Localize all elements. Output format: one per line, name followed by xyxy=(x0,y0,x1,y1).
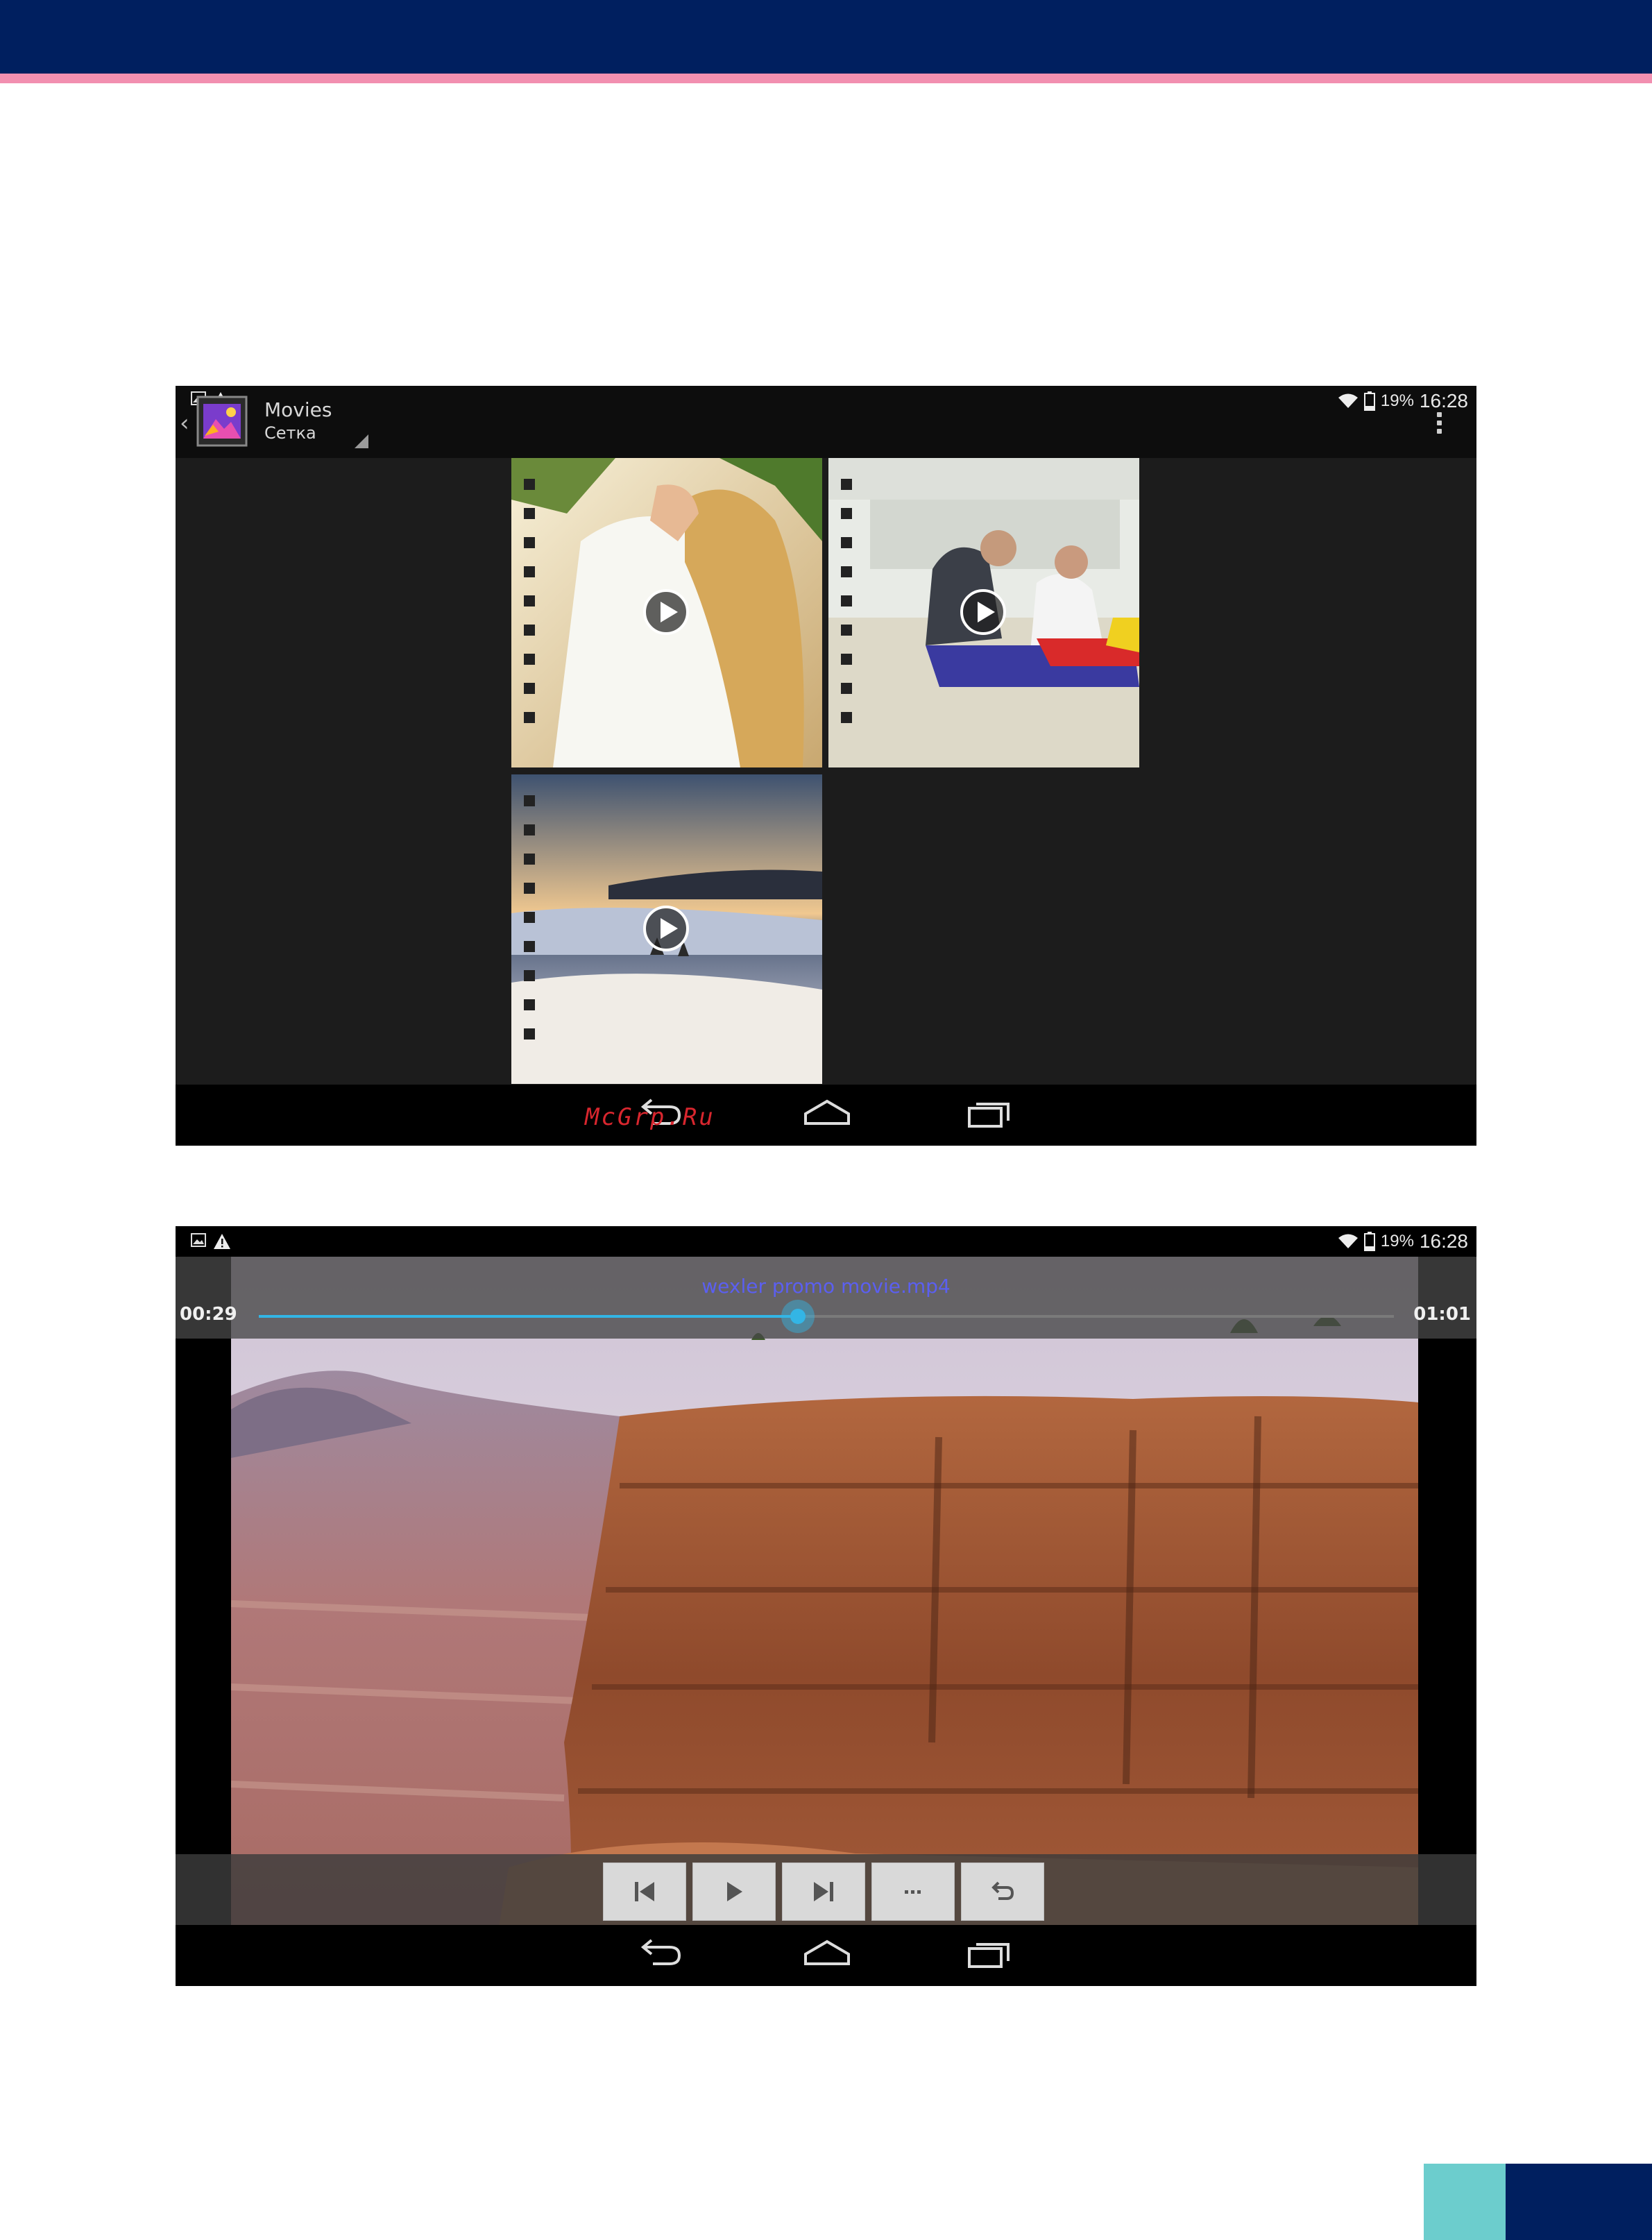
next-icon xyxy=(814,1882,833,1901)
watermark: McGrp.Ru xyxy=(585,1103,715,1131)
film-strip-decoration xyxy=(524,479,535,723)
film-strip-decoration xyxy=(841,479,852,723)
letterbox-left xyxy=(176,1339,231,1854)
video-thumbnail[interactable] xyxy=(511,458,822,767)
status-bar: 19% 16:28 xyxy=(176,386,1476,416)
battery-icon xyxy=(1363,391,1375,411)
letterbox-right xyxy=(1418,1339,1476,1854)
repeat-icon xyxy=(991,1881,1014,1900)
gallery-screenshot: ‹ Movies Сетка 19% 16:28 xyxy=(176,386,1476,1146)
wifi-icon xyxy=(1338,393,1359,409)
header-band xyxy=(0,0,1652,74)
video-title: wexler promo movie.mp4 xyxy=(701,1275,951,1298)
play-icon[interactable] xyxy=(642,904,690,953)
video-player-screenshot: 19% 16:28 wexler promo movie.mp4 00:29 0… xyxy=(176,1226,1476,1986)
previous-icon xyxy=(635,1882,654,1901)
total-duration: 01:01 xyxy=(1413,1304,1471,1325)
wifi-icon xyxy=(1338,1233,1359,1250)
play-icon[interactable] xyxy=(642,588,690,636)
battery-percent: 19% xyxy=(1380,1232,1414,1250)
more-options-button[interactable] xyxy=(871,1863,955,1921)
status-bar: 19% 16:28 xyxy=(176,1226,1476,1257)
recent-apps-icon[interactable] xyxy=(966,1937,1011,1971)
play-button[interactable] xyxy=(692,1863,776,1921)
next-button[interactable] xyxy=(782,1863,865,1921)
image-notification-icon xyxy=(191,1233,206,1247)
footer-teal-block xyxy=(1424,2164,1506,2240)
battery-icon xyxy=(1363,1232,1375,1251)
navigation-bar xyxy=(176,1085,1476,1146)
clock: 16:28 xyxy=(1419,1230,1468,1252)
back-icon[interactable] xyxy=(639,1937,683,1971)
repeat-button[interactable] xyxy=(961,1863,1044,1921)
player-controls xyxy=(176,1854,1476,1925)
elapsed-time: 00:29 xyxy=(180,1304,237,1325)
film-strip-decoration xyxy=(524,795,535,1040)
battery-percent: 19% xyxy=(1380,391,1414,410)
header-accent-strip xyxy=(0,74,1652,83)
navigation-bar xyxy=(176,1925,1476,1986)
seek-thumb[interactable] xyxy=(781,1300,815,1333)
seek-progress xyxy=(259,1315,799,1318)
view-mode-label[interactable]: Сетка xyxy=(264,423,316,443)
video-frame[interactable] xyxy=(231,1257,1418,1953)
video-thumbnail[interactable] xyxy=(828,458,1139,767)
player-top-overlay: wexler promo movie.mp4 00:29 01:01 xyxy=(176,1257,1476,1339)
recent-apps-icon[interactable] xyxy=(966,1097,1011,1130)
play-icon[interactable] xyxy=(959,588,1007,636)
seek-bar[interactable] xyxy=(259,1300,1394,1333)
view-mode-dropdown-icon[interactable] xyxy=(355,434,368,448)
notification-icons xyxy=(191,1233,231,1250)
previous-button[interactable] xyxy=(603,1863,686,1921)
play-icon xyxy=(727,1882,742,1901)
gallery-action-bar: ‹ Movies Сетка 19% 16:28 xyxy=(176,386,1476,458)
warning-icon xyxy=(214,1234,230,1249)
video-thumbnail[interactable] xyxy=(511,774,822,1084)
home-icon[interactable] xyxy=(803,1097,851,1130)
footer-navy-block xyxy=(1506,2164,1652,2240)
more-icon xyxy=(905,1890,921,1894)
clock: 16:28 xyxy=(1419,390,1468,411)
home-icon[interactable] xyxy=(803,1937,851,1971)
